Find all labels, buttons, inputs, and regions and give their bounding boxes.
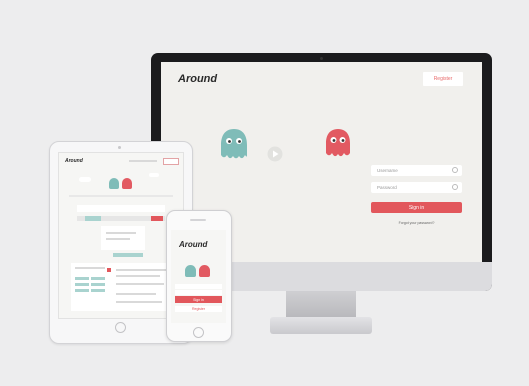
- monitor-stand: [286, 291, 356, 317]
- password-field[interactable]: Password: [371, 182, 462, 193]
- tablet-cloud-icon-2: [149, 173, 159, 177]
- tablet-chip[interactable]: [91, 283, 105, 286]
- phone-home-button[interactable]: [193, 327, 204, 338]
- password-placeholder: Password: [377, 185, 397, 190]
- tablet-teal-mascot-icon: [109, 178, 119, 189]
- webcam-dot: [320, 57, 323, 60]
- tablet-tag-red[interactable]: [151, 216, 163, 221]
- phone-field-2[interactable]: [175, 290, 222, 295]
- phone-screen: Around Sign in Register: [171, 230, 226, 323]
- forgot-password-link[interactable]: Forgot your password?: [371, 221, 462, 225]
- user-icon: [452, 167, 458, 173]
- tablet-nav: [129, 160, 157, 162]
- tablet-chip[interactable]: [75, 289, 89, 292]
- tablet-row: [116, 283, 164, 285]
- monitor-base: [270, 317, 372, 334]
- tablet-tags-row[interactable]: [113, 253, 143, 257]
- tablet-panel-line: [106, 232, 136, 234]
- username-placeholder: Username: [377, 168, 398, 173]
- tablet-row: [116, 269, 166, 271]
- tablet-red-mascot-icon: [122, 178, 132, 189]
- tablet-row: [75, 267, 105, 269]
- tablet-chip[interactable]: [75, 277, 89, 280]
- tablet-tag-teal[interactable]: [85, 216, 101, 221]
- red-mascot-icon: [326, 129, 350, 157]
- desktop-signin-button[interactable]: Sign in: [371, 202, 462, 213]
- phone-signin-button[interactable]: Sign in: [175, 296, 222, 303]
- phone-register-button[interactable]: Register: [175, 306, 222, 312]
- tablet-menu-icon[interactable]: [163, 158, 179, 165]
- play-icon[interactable]: [267, 146, 283, 162]
- username-field[interactable]: Username: [371, 165, 462, 176]
- tablet-camera: [118, 146, 121, 149]
- tablet-list: [71, 263, 171, 311]
- teal-mascot-icon: [221, 129, 247, 159]
- tablet-row: [116, 301, 162, 303]
- tablet-home-button[interactable]: [115, 322, 126, 333]
- tablet-banner: [77, 205, 165, 212]
- tablet-row: [116, 293, 156, 295]
- tablet-chip[interactable]: [75, 283, 89, 286]
- phone-logo[interactable]: Around: [179, 240, 207, 249]
- tablet-cloud-icon: [79, 177, 91, 182]
- tablet-row: [116, 275, 160, 277]
- tablet-chip[interactable]: [91, 289, 105, 292]
- tablet-chip[interactable]: [91, 277, 105, 280]
- tablet-logo[interactable]: Around: [65, 158, 83, 164]
- desktop-register-button[interactable]: Register: [423, 72, 463, 86]
- desktop-logo[interactable]: Around: [178, 73, 217, 85]
- tablet-chip-red[interactable]: [107, 268, 111, 272]
- phone-field[interactable]: [175, 284, 222, 289]
- tablet-panel-line-2: [106, 238, 130, 240]
- lock-icon: [452, 184, 458, 190]
- phone-speaker: [190, 219, 206, 221]
- phone-teal-mascot-icon: [185, 265, 196, 277]
- tablet-line: [69, 195, 173, 197]
- phone-red-mascot-icon: [199, 265, 210, 277]
